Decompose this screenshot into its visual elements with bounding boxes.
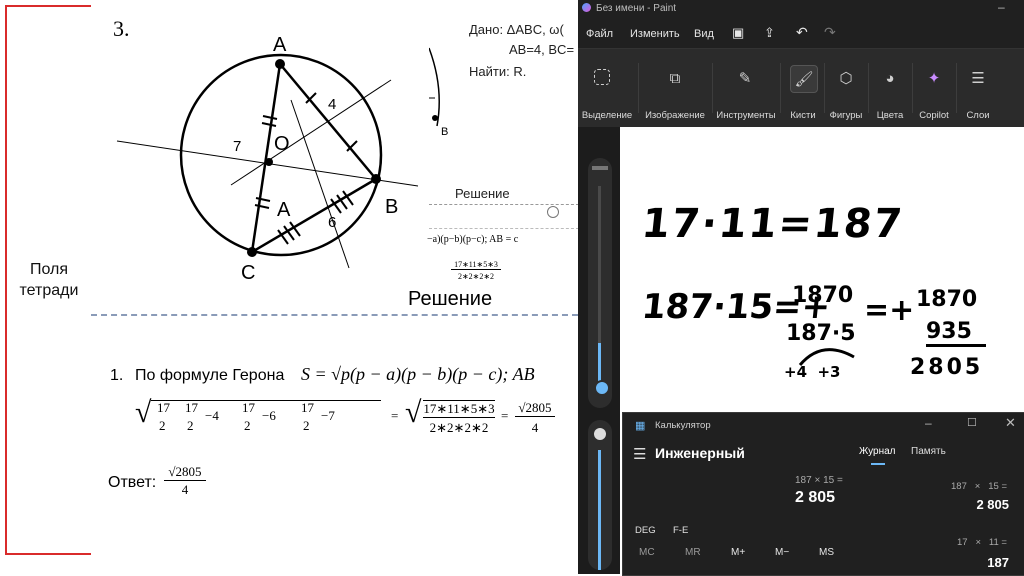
- handwriting-eq-plus: =+: [864, 293, 915, 328]
- menu-edit[interactable]: Изменить: [630, 28, 680, 40]
- tools-icon: ✎: [738, 70, 752, 87]
- slide-area: 3. A B C O A 4 6 7 B Дано: ΔABC, ω(AB=4…: [91, 0, 578, 574]
- history-expr-2[interactable]: 17 × 11 =: [957, 537, 1007, 548]
- calculator-mode: Инженерный: [655, 445, 745, 461]
- small-frac-den: 2∗2∗2∗2: [457, 272, 495, 281]
- ribbon-tools[interactable]: ✎ Инструменты: [714, 55, 778, 125]
- shapes-icon: ⬡: [839, 70, 853, 87]
- reference-slide-thumbnail: B Дано: ΔABC, ω( AB=4, BC= Найти: R. Реш…: [427, 8, 578, 288]
- label-a-2: A: [277, 199, 291, 221]
- selection-icon: [594, 69, 610, 85]
- label-o: O: [274, 133, 290, 155]
- margin-label: Поля тетради: [19, 261, 79, 299]
- handwriting-2805: 2805: [910, 355, 984, 380]
- m-plus-button[interactable]: M+: [731, 547, 745, 558]
- ribbon-image[interactable]: ⧉ Изображение: [640, 55, 710, 125]
- heron-formula: S = √p(p − a)(p − b)(p − c); AB: [301, 364, 535, 384]
- minimize-icon[interactable]: –: [998, 0, 1005, 14]
- calculator-app-icon: ▦: [635, 420, 646, 432]
- menu-view[interactable]: Вид: [694, 28, 714, 40]
- history-expr-1[interactable]: 187 × 15 =: [951, 481, 1007, 492]
- label-a: A: [273, 34, 287, 56]
- mc-button[interactable]: MC: [639, 547, 655, 558]
- undo-icon[interactable]: ↶: [796, 24, 808, 41]
- label-side-4: 4: [328, 96, 337, 113]
- calc-close-icon[interactable]: ✕: [1005, 415, 1016, 431]
- rotate-handle-icon: [547, 206, 559, 218]
- calc-minimize-icon[interactable]: –: [925, 416, 932, 430]
- redo-icon[interactable]: ↷: [824, 24, 836, 41]
- menu-file[interactable]: Файл: [586, 28, 613, 40]
- calc-display: 2 805: [795, 489, 836, 506]
- ribbon-shapes[interactable]: ⬡ Фигуры: [826, 55, 866, 125]
- slider-thumb[interactable]: [594, 380, 610, 396]
- handwriting-1870-a: 1870: [792, 283, 854, 308]
- bisector-line-3: [290, 99, 350, 269]
- deg-button[interactable]: DEG: [635, 525, 656, 536]
- copilot-icon: ✦: [927, 70, 941, 87]
- share-icon[interactable]: ⇪: [764, 25, 775, 41]
- paint-app-icon: [582, 3, 591, 12]
- brush-icon: 🖌: [790, 65, 818, 93]
- calculator-title: Калькулятор: [655, 420, 711, 431]
- layers-icon: ☰: [971, 70, 985, 87]
- handwriting-1870-b: 1870: [916, 287, 978, 312]
- label-b: B: [385, 196, 399, 218]
- point-c: [247, 247, 257, 257]
- point-b: [371, 174, 381, 184]
- label-c: C: [241, 262, 256, 284]
- mr-button[interactable]: MR: [685, 547, 701, 558]
- image-icon: ⧉: [669, 69, 681, 87]
- paint-ribbon: Выделение ⧉ Изображение ✎ Инструменты 🖌 …: [578, 48, 1024, 128]
- tab-history[interactable]: Журнал: [859, 446, 896, 457]
- side-bc: [251, 177, 377, 254]
- list-number: 1.: [110, 367, 124, 384]
- brush-size-slider[interactable]: [588, 158, 612, 408]
- ms-button[interactable]: MS: [819, 547, 834, 558]
- tab-memory[interactable]: Память: [911, 446, 946, 457]
- calc-maximize-icon[interactable]: ☐: [967, 416, 977, 429]
- triangle-circle-diagram: [116, 53, 419, 269]
- ribbon-selection[interactable]: Выделение: [578, 55, 636, 125]
- point-o: [265, 158, 273, 166]
- palette-icon: ◕: [885, 69, 895, 87]
- side-ca: [250, 63, 282, 253]
- paint-title: Без имени - Paint: [596, 3, 677, 14]
- find-text: Найти: R.: [469, 64, 527, 79]
- handwriting-line-1: 17·11=187: [639, 201, 906, 247]
- small-formula: −a)(p−b)(p−c); AB = c: [427, 234, 519, 245]
- hamburger-menu-icon[interactable]: ☰: [633, 445, 646, 463]
- solution-title: Решение: [408, 288, 493, 310]
- small-frac-num: 17∗11∗5∗3: [451, 260, 501, 270]
- opacity-slider[interactable]: [588, 420, 612, 570]
- dashed-divider: [91, 314, 578, 316]
- heron-text: По формуле Герона: [135, 367, 285, 384]
- label-side-6: 6: [328, 214, 337, 231]
- notebook-margin-box: Поля тетради: [5, 5, 93, 555]
- ribbon-colors[interactable]: ◕ Цвета: [870, 55, 910, 125]
- handwriting-935: 935: [926, 319, 986, 347]
- paint-menu-bar: Файл Изменить Вид ▣ ⇪ ↶ ↷: [578, 22, 1024, 48]
- calculator-window: ▦ Калькулятор – ☐ ✕ ☰ Инженерный Журнал …: [622, 412, 1024, 576]
- fe-button[interactable]: F-E: [673, 525, 688, 536]
- m-minus-button[interactable]: M−: [775, 547, 789, 558]
- ribbon-brushes[interactable]: 🖌 Кисти: [782, 55, 824, 125]
- history-result-1[interactable]: 2 805: [976, 497, 1009, 512]
- ribbon-copilot[interactable]: ✦ Copilot: [914, 55, 954, 125]
- given-text: Дано: ΔABC, ω(: [469, 22, 564, 37]
- history-panel: 187 × 15 = 2 805 17 × 11 = 187: [833, 473, 1023, 573]
- heron-calculation: √ 17 2 17 2 −4 17 2 −6 17 2 −7 = √ 17∗11…: [135, 396, 578, 438]
- answer-label: Ответ:: [108, 474, 157, 491]
- solution-title-small: Решение: [455, 186, 510, 201]
- save-icon[interactable]: ▣: [732, 25, 744, 41]
- label-b-small: B: [441, 126, 449, 138]
- label-side-7: 7: [233, 138, 242, 155]
- answer-denominator: 4: [181, 482, 189, 497]
- answer-numerator: √2805: [164, 464, 206, 481]
- history-result-2[interactable]: 187: [987, 555, 1009, 570]
- given-sides: AB=4, BC=: [509, 42, 575, 57]
- paint-title-bar: Без имени - Paint –: [578, 0, 1024, 18]
- point-a: [275, 59, 285, 69]
- ribbon-layers[interactable]: ☰ Слои: [958, 55, 998, 125]
